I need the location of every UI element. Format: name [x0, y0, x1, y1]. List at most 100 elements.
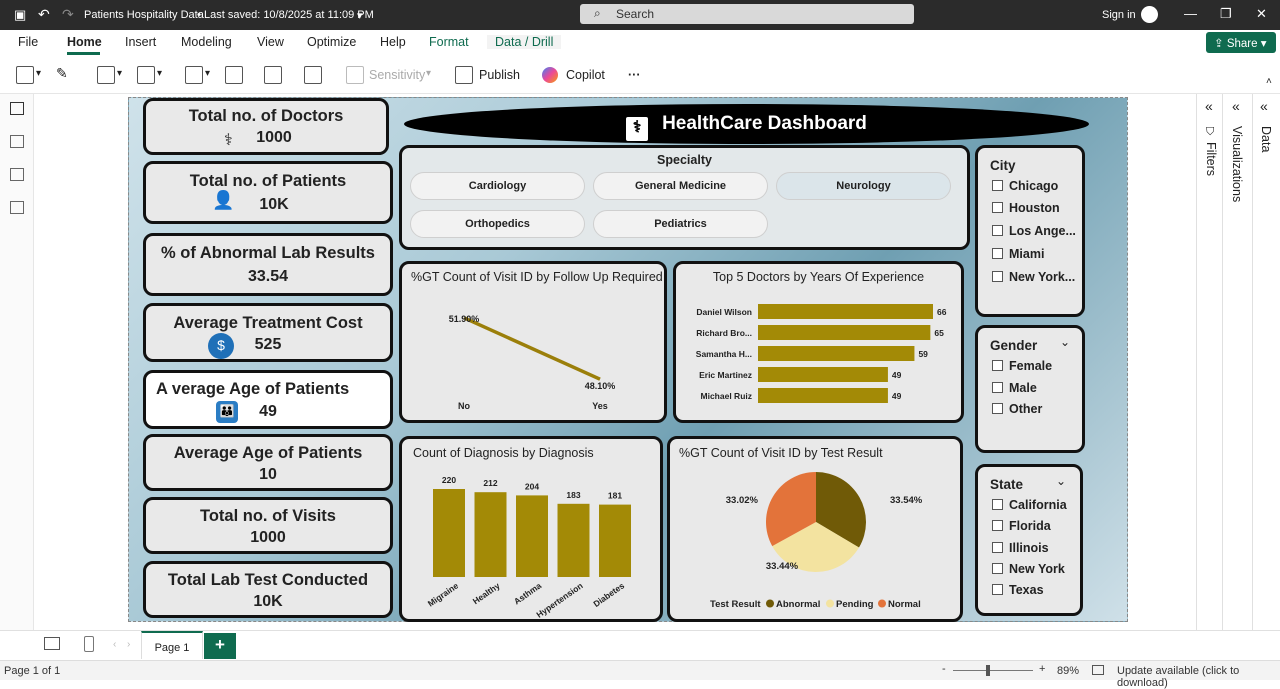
copilot-button[interactable]: Copilot — [566, 68, 605, 82]
chevron-down-icon[interactable]: ▾ — [205, 68, 210, 79]
more-options-button[interactable]: ··· — [628, 68, 641, 82]
checkbox[interactable] — [992, 360, 1003, 371]
desktop-layout-icon[interactable] — [44, 637, 60, 650]
new-visual-icon[interactable] — [264, 66, 282, 84]
followup-line-chart[interactable]: %GT Count of Visit ID by Follow Up Requi… — [399, 261, 667, 423]
collapse-data-icon[interactable]: « — [1260, 98, 1268, 114]
calculator-icon[interactable] — [304, 66, 322, 84]
specialty-neurology[interactable]: Neurology — [776, 172, 951, 200]
checkbox[interactable] — [992, 202, 1003, 213]
chevron-down-icon[interactable]: ⌄ — [1060, 335, 1070, 349]
chevron-down-icon[interactable]: ⌄ — [1056, 474, 1066, 488]
menu-format[interactable]: Format — [429, 35, 469, 49]
top-doctors-bar-chart[interactable]: Top 5 Doctors by Years Of Experience Dan… — [673, 261, 964, 423]
kpi-total-lab-tests[interactable]: Total Lab Test Conducted 10K — [143, 561, 393, 618]
specialty-cardiology[interactable]: Cardiology — [410, 172, 585, 200]
menu-data-drill[interactable]: Data / Drill — [487, 35, 562, 49]
avatar-icon[interactable] — [1141, 6, 1158, 23]
checkbox[interactable] — [992, 499, 1003, 510]
filters-pane-label[interactable]: Filters — [1204, 142, 1218, 176]
menu-modeling[interactable]: Modeling — [181, 35, 232, 49]
menu-file[interactable]: File — [18, 35, 38, 49]
state-option-california[interactable]: California — [992, 498, 1067, 512]
minimize-icon[interactable]: — — [1184, 6, 1197, 21]
share-button[interactable]: ⇪ Share ▾ — [1206, 32, 1276, 53]
state-option-new-york[interactable]: New York — [992, 562, 1065, 576]
get-data-icon[interactable] — [97, 66, 115, 84]
kpi-abnormal-lab[interactable]: % of Abnormal Lab Results 33.54 — [143, 233, 393, 296]
menu-help[interactable]: Help — [380, 35, 406, 49]
gender-option-male[interactable]: Male — [992, 381, 1037, 395]
chevron-down-icon[interactable]: ▾ — [117, 68, 122, 79]
publish-icon[interactable] — [455, 66, 473, 84]
transform-data-icon[interactable] — [185, 66, 203, 84]
update-link[interactable]: Update available (click to download) — [1117, 665, 1280, 689]
gender-option-female[interactable]: Female — [992, 359, 1052, 373]
copilot-icon[interactable] — [542, 67, 558, 83]
paste-icon[interactable] — [16, 66, 34, 84]
page-tab[interactable]: Page 1 — [141, 631, 203, 659]
visualizations-pane-label[interactable]: Visualizations — [1230, 126, 1244, 202]
menu-view[interactable]: View — [257, 35, 284, 49]
specialty-general-medicine[interactable]: General Medicine — [593, 172, 768, 200]
publish-button[interactable]: Publish — [479, 68, 520, 82]
format-painter-icon[interactable]: ✎ — [56, 65, 68, 82]
state-option-illinois[interactable]: Illinois — [992, 541, 1049, 555]
table-view-icon[interactable] — [10, 135, 24, 148]
checkbox[interactable] — [992, 584, 1003, 595]
chevron-down-icon[interactable]: ▾ — [357, 9, 363, 22]
checkbox[interactable] — [992, 520, 1003, 531]
state-option-florida[interactable]: Florida — [992, 519, 1051, 533]
city-option-chicago[interactable]: Chicago — [992, 179, 1058, 193]
kpi-avg-age-patients-2[interactable]: Average Age of Patients 10 — [143, 434, 393, 491]
search-box[interactable]: ⌕ Search — [580, 4, 914, 24]
zoom-slider[interactable] — [953, 670, 1033, 671]
checkbox[interactable] — [992, 563, 1003, 574]
menu-optimize[interactable]: Optimize — [307, 35, 356, 49]
chevron-up-icon[interactable]: ˄ — [1266, 76, 1272, 87]
zoom-in-button[interactable]: + — [1039, 663, 1045, 675]
diagnosis-column-chart[interactable]: Count of Diagnosis by Diagnosis 220 Migra… — [399, 436, 663, 622]
collapse-filters-icon[interactable]: « — [1205, 98, 1213, 114]
checkbox[interactable] — [992, 248, 1003, 259]
restore-icon[interactable]: ❐ — [1220, 6, 1232, 22]
add-page-button[interactable]: + — [204, 633, 236, 659]
gender-option-other[interactable]: Other — [992, 402, 1042, 416]
undo-icon[interactable]: ↶ — [38, 6, 50, 23]
mobile-layout-icon[interactable] — [84, 636, 94, 652]
signin-link[interactable]: Sign in — [1102, 9, 1136, 21]
menu-home[interactable]: Home — [67, 35, 102, 49]
checkbox[interactable] — [992, 542, 1003, 553]
city-option-new-york[interactable]: New York... — [992, 270, 1075, 284]
chevron-down-icon[interactable]: ▾ — [36, 68, 41, 79]
checkbox[interactable] — [992, 225, 1003, 236]
close-icon[interactable]: ✕ — [1256, 6, 1267, 22]
refresh-icon[interactable] — [225, 66, 243, 84]
checkbox[interactable] — [992, 180, 1003, 191]
city-option-houston[interactable]: Houston — [992, 201, 1060, 215]
specialty-orthopedics[interactable]: Orthopedics — [410, 210, 585, 238]
checkbox[interactable] — [992, 382, 1003, 393]
menu-insert[interactable]: Insert — [125, 35, 156, 49]
checkbox[interactable] — [992, 271, 1003, 282]
data-pane-label[interactable]: Data — [1259, 126, 1273, 152]
save-icon[interactable]: ▣ — [14, 7, 26, 23]
prev-page-icon[interactable]: ‹ — [113, 639, 116, 650]
model-view-icon[interactable] — [10, 168, 24, 181]
chevron-down-icon[interactable]: ▾ — [157, 68, 162, 79]
kpi-total-patients[interactable]: Total no. of Patients 👤 10K — [143, 161, 393, 224]
zoom-thumb[interactable] — [986, 665, 990, 676]
kpi-total-doctors[interactable]: Total no. of Doctors ⚕ 1000 — [143, 98, 389, 155]
new-source-icon[interactable] — [137, 66, 155, 84]
city-option-miami[interactable]: Miami — [992, 247, 1044, 261]
dax-query-icon[interactable] — [10, 201, 24, 214]
zoom-out-button[interactable]: - — [942, 663, 946, 675]
checkbox[interactable] — [992, 403, 1003, 414]
specialty-pediatrics[interactable]: Pediatrics — [593, 210, 768, 238]
kpi-avg-age-patients[interactable]: A verage Age of Patients 👪 49 — [143, 370, 393, 429]
report-view-icon[interactable] — [10, 102, 24, 115]
kpi-avg-treatment-cost[interactable]: Average Treatment Cost $ 525 — [143, 303, 393, 362]
city-option-los-angeles[interactable]: Los Ange... — [992, 224, 1076, 238]
redo-icon[interactable]: ↷ — [62, 6, 74, 23]
kpi-total-visits[interactable]: Total no. of Visits 1000 — [143, 497, 393, 554]
